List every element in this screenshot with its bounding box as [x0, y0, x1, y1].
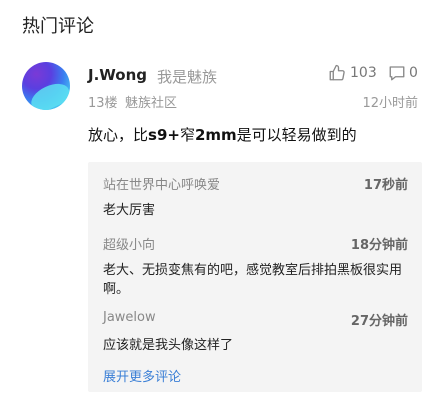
- comment-bubble-icon: [388, 64, 406, 82]
- section-title: 热门评论: [22, 16, 94, 37]
- reply-text: 应该就是我头像这样了: [103, 338, 234, 353]
- expand-more-comments-link[interactable]: 展开更多评论: [103, 366, 181, 385]
- reply-time: 27分钟前: [350, 314, 408, 329]
- reply-author[interactable]: 站在世界中心呼唤爱: [103, 174, 220, 193]
- reply-author[interactable]: 超级小向: [103, 234, 155, 253]
- like-button[interactable]: 103: [328, 64, 377, 82]
- user-tag: 我是魅族: [157, 68, 218, 86]
- reply-author[interactable]: Jawelow: [103, 310, 156, 325]
- comment-time: 12小时前: [362, 96, 418, 111]
- avatar[interactable]: [22, 62, 70, 110]
- like-count: 103: [350, 65, 377, 81]
- comment-text: 放心，比s9+窄2mm是可以轻易做到的: [88, 126, 357, 144]
- reply-time: 18分钟前: [350, 238, 408, 253]
- comment-source: 魅族社区: [125, 96, 178, 111]
- reply-text: 老大、无损变焦有的吧，感觉教室后排拍黑板很实用啊。: [103, 263, 403, 297]
- reply-button[interactable]: 0: [388, 64, 418, 82]
- reply-time: 17秒前: [363, 178, 408, 193]
- reply-text: 老大厉害: [103, 203, 156, 218]
- floor-number: 13楼: [88, 96, 118, 111]
- reply-count: 0: [409, 65, 418, 81]
- user-name[interactable]: J.Wong: [88, 66, 147, 84]
- replies-panel: 站在世界中心呼唤爱 17秒前 老大厉害 超级小向 18分钟前 老大、无损变焦有的…: [88, 162, 422, 392]
- thumbs-up-icon: [328, 64, 346, 82]
